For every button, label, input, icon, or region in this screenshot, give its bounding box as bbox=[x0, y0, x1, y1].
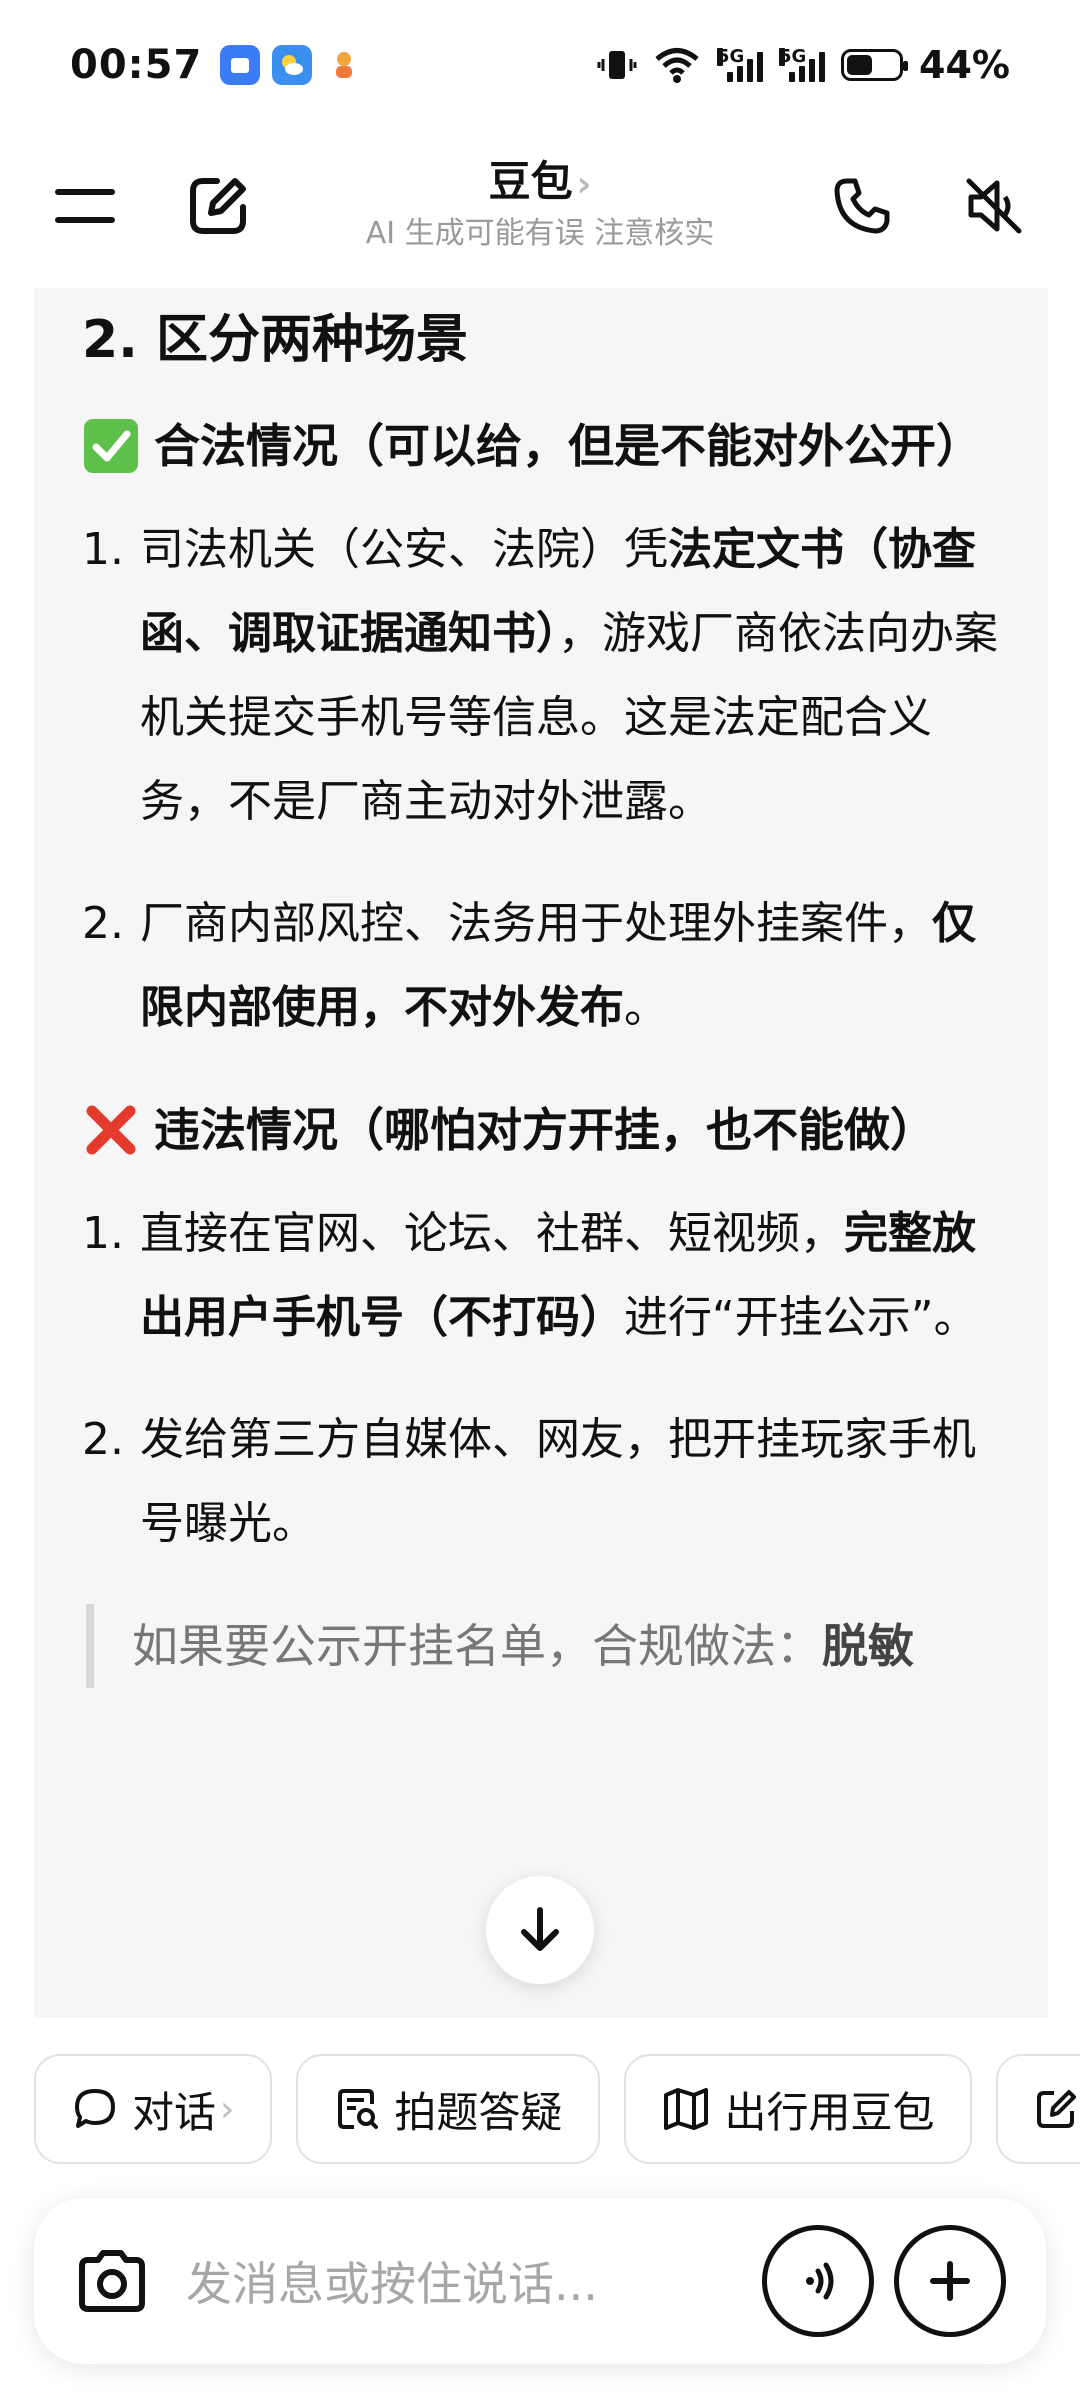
wifi-icon bbox=[655, 48, 699, 83]
illegal-list: 1. 直接在官网、论坛、社群、短视频，完整放出用户手机号（不打码）进行“开挂公示… bbox=[82, 1192, 1000, 1566]
chat-header: 豆包 › AI 生成可能有误 注意核实 bbox=[0, 130, 1080, 280]
doubao-chat-screen: 00:57 5G 5G 44% 豆包 › AI 生成可能有误 注意核实 2. 区… bbox=[0, 0, 1080, 2398]
quick-action-chips: 对话› 拍题答疑 出行用豆包 帮 bbox=[34, 2054, 1080, 2166]
voice-wave-icon bbox=[806, 2262, 834, 2300]
legal-list: 1. 司法机关（公安、法院）凭法定文书（协查函、调取证据通知书），游戏厂商依法向… bbox=[82, 508, 1000, 1050]
status-bar: 00:57 5G 5G 44% bbox=[0, 0, 1080, 130]
battery-icon bbox=[841, 49, 909, 81]
cell-signal-1-icon: 5G bbox=[717, 48, 764, 82]
message-heading: 2. 区分两种场景 bbox=[82, 310, 469, 370]
ai-message-card: 2. 区分两种场景 合法情况（可以给，但是不能对外公开） 1. 司法机关（公安、… bbox=[34, 288, 1048, 2018]
speaker-mute-icon[interactable] bbox=[954, 166, 1034, 246]
message-input[interactable]: 发消息或按住说话... bbox=[186, 2248, 742, 2314]
add-button[interactable] bbox=[894, 2225, 1006, 2337]
chip-travel[interactable]: 出行用豆包 bbox=[624, 2054, 973, 2164]
chip-help-write[interactable]: 帮 bbox=[996, 2054, 1080, 2164]
vibrate-icon bbox=[597, 51, 637, 79]
photo-search-icon bbox=[334, 2086, 380, 2132]
legal-section-title: 合法情况（可以给，但是不能对外公开） bbox=[82, 404, 1000, 488]
phone-call-icon[interactable] bbox=[822, 166, 902, 246]
camera-icon[interactable] bbox=[74, 2248, 150, 2314]
list-item: 2. 发给第三方自媒体、网友，把开挂玩家手机号曝光。 bbox=[82, 1414, 976, 1549]
chevron-right-icon: › bbox=[220, 2088, 235, 2130]
list-item: 1. 司法机关（公安、法院）凭法定文书（协查函、调取证据通知书），游戏厂商依法向… bbox=[82, 524, 998, 827]
message-composer: 发消息或按住说话... bbox=[34, 2198, 1046, 2364]
weather-icon bbox=[272, 45, 313, 85]
plus-icon bbox=[930, 2261, 970, 2301]
ai-disclaimer: AI 生成可能有误 注意核实 bbox=[365, 216, 715, 251]
bot-title[interactable]: 豆包 › bbox=[0, 148, 1080, 209]
illegal-section-title: 违法情况（哪怕对方开挂，也不能做） bbox=[82, 1088, 1000, 1172]
cell-signal-2-icon: 5G bbox=[779, 48, 826, 82]
edit-note-icon bbox=[1034, 2087, 1078, 2131]
status-time: 00:57 bbox=[70, 42, 203, 88]
battery-percent: 44% bbox=[919, 43, 1010, 87]
list-item: 2. 厂商内部风控、法务用于处理外挂案件，仅限内部使用，不对外发布。 bbox=[82, 898, 976, 1033]
app-mascot-icon bbox=[324, 45, 365, 85]
arrow-down-icon bbox=[521, 1907, 559, 1951]
chevron-right-icon: › bbox=[576, 164, 592, 205]
chip-photo-question[interactable]: 拍题答疑 bbox=[296, 2054, 601, 2164]
status-right: 5G 5G 44% bbox=[597, 43, 1010, 87]
map-icon bbox=[662, 2086, 710, 2132]
list-item: 1. 直接在官网、论坛、社群、短视频，完整放出用户手机号（不打码）进行“开挂公示… bbox=[82, 1208, 978, 1343]
status-app-icons bbox=[220, 45, 365, 85]
chip-chat[interactable]: 对话 › bbox=[34, 2054, 273, 2164]
chat-bubble-icon bbox=[72, 2086, 118, 2132]
check-mark-emoji-icon bbox=[84, 419, 138, 473]
app-notification-icon bbox=[220, 45, 261, 85]
cross-mark-emoji-icon bbox=[86, 1105, 136, 1155]
scroll-to-bottom-button[interactable] bbox=[486, 1876, 594, 1984]
voice-call-button[interactable] bbox=[762, 2225, 874, 2337]
compliance-quote: 如果要公示开挂名单，合规做法：脱敏 bbox=[86, 1604, 1000, 1688]
